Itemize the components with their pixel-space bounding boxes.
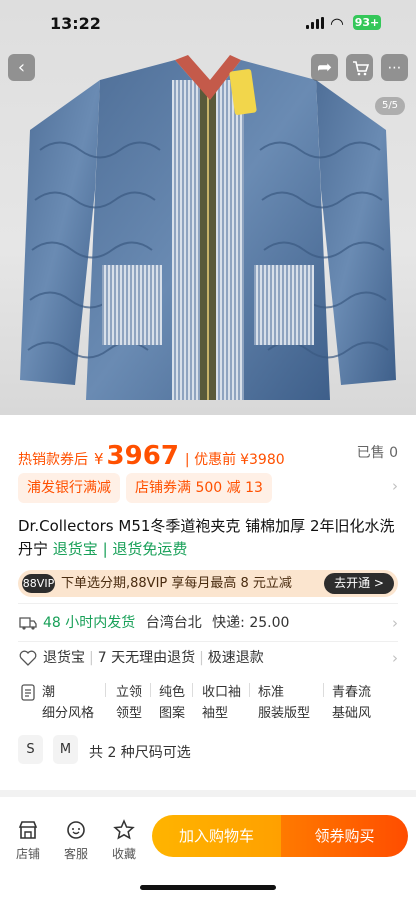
attribute-value: 潮 <box>42 685 56 700</box>
store-icon <box>18 821 38 839</box>
share-icon: ➦ <box>316 57 333 78</box>
vip-badge: 88VIP <box>22 574 55 593</box>
back-button[interactable]: ‹ <box>8 54 35 81</box>
attribute-value: 立领 <box>116 685 143 700</box>
original-price-label: | 优惠前 <box>184 452 237 468</box>
clipboard-icon <box>21 684 35 701</box>
cart-icon <box>352 60 369 75</box>
product-photo-jacket <box>20 55 396 400</box>
coupon-store[interactable]: 店铺券满 500 减 13 <box>126 473 272 503</box>
attribute-key: 领型 <box>116 706 143 721</box>
attribute-value: 标准 <box>258 685 285 700</box>
product-title: Dr.Collectors M51冬季道袍夹克 铺棉加厚 2年旧化水洗丹宁 退货… <box>18 515 396 561</box>
product-detail-screen: 13:22 ◠ 93+ ‹ ➦ ⋯ 5/5 热销款券后 ¥ 3967 | 优惠前… <box>0 0 416 900</box>
divider <box>18 603 398 604</box>
battery-indicator: 93+ <box>353 15 381 30</box>
chevron-right-icon[interactable]: › <box>392 477 398 495</box>
chevron-right-icon: › <box>392 649 398 667</box>
wifi-icon: ◠ <box>330 14 344 33</box>
vip-installment-banner[interactable]: 88VIP 下单选分期,88VIP 享每月最高 8 元立减 去开通 > <box>18 570 398 597</box>
customer-service-label: 客服 <box>63 847 88 861</box>
separator <box>323 683 324 697</box>
size-option-s[interactable]: S <box>18 735 43 764</box>
vip-text: 下单选分期,88VIP 享每月最高 8 元立减 <box>61 576 292 591</box>
shipping-fee: 快递: 25.00 <box>212 615 290 631</box>
size-summary[interactable]: 共 2 种尺码可选 <box>89 742 191 762</box>
chevron-left-icon: ‹ <box>17 57 26 78</box>
more-icon: ⋯ <box>387 59 402 76</box>
attribute-key: 服装版型 <box>258 706 311 721</box>
attribute-value: 青春流 <box>332 685 372 700</box>
price-row: 热销款券后 ¥ 3967 | 优惠前 ¥3980 <box>18 441 285 471</box>
price-currency: ¥ <box>94 450 104 468</box>
price-value: 3967 <box>106 441 179 471</box>
separator: | <box>199 650 204 666</box>
return-insurance-tag: 退货宝 | 退货免运费 <box>52 540 188 558</box>
status-bar: 13:22 ◠ 93+ <box>0 0 416 48</box>
chevron-right-icon: › <box>392 614 398 632</box>
favorite-button[interactable]: 收藏 <box>104 819 144 862</box>
home-indicator <box>140 885 276 890</box>
product-image-gallery[interactable]: 13:22 ◠ 93+ ‹ ➦ ⋯ 5/5 <box>0 0 416 415</box>
separator: | <box>89 650 94 666</box>
image-counter: 5/5 <box>375 97 405 115</box>
bottom-action-bar: 店铺 客服 收藏 加入购物车 领券购买 <box>0 797 416 900</box>
cellular-signal-icon <box>306 17 324 29</box>
coupon-bank[interactable]: 浦发银行满减 <box>18 473 120 503</box>
attribute-value: 纯色 <box>159 685 186 700</box>
separator <box>150 683 151 697</box>
product-info-card: 热销款券后 ¥ 3967 | 优惠前 ¥3980 已售 0 浦发银行满减 店铺券… <box>0 415 416 790</box>
original-price: ¥3980 <box>240 452 285 468</box>
status-time: 13:22 <box>50 14 101 33</box>
price-label: 热销款券后 <box>18 452 88 468</box>
shipping-origin: 台湾台北 <box>145 615 202 631</box>
service-row[interactable]: 退货宝 | 7 天无理由退货 | 极速退款 › <box>18 646 398 670</box>
attribute-key: 图案 <box>159 706 186 721</box>
favorite-label: 收藏 <box>111 847 136 861</box>
attribute-key: 袖型 <box>202 706 229 721</box>
vip-open-button[interactable]: 去开通 > <box>324 573 394 594</box>
heart-icon <box>19 650 37 666</box>
add-to-cart-button[interactable]: 加入购物车 <box>152 815 281 857</box>
chat-icon <box>67 821 85 839</box>
buy-with-coupon-button[interactable]: 领券购买 <box>281 815 408 857</box>
service-item: 极速退款 <box>207 650 264 666</box>
truck-icon <box>19 617 37 630</box>
separator <box>249 683 250 697</box>
star-icon <box>113 819 135 840</box>
customer-service-button[interactable]: 客服 <box>56 819 96 862</box>
shipping-row[interactable]: 48 小时内发货 台湾台北 快递: 25.00 › <box>18 611 398 635</box>
attribute-key: 细分风格 <box>42 706 95 721</box>
more-button[interactable]: ⋯ <box>381 54 408 81</box>
attribute-key: 基础风 <box>332 706 372 721</box>
service-item: 退货宝 <box>43 650 85 666</box>
sold-count: 已售 0 <box>356 445 398 461</box>
separator <box>105 683 106 697</box>
cart-button[interactable] <box>346 54 373 81</box>
shipping-time: 48 小时内发货 <box>43 615 136 631</box>
separator <box>192 683 193 697</box>
divider <box>18 641 398 642</box>
service-item: 7 天无理由退货 <box>97 650 196 666</box>
share-button[interactable]: ➦ <box>311 54 338 81</box>
store-label: 店铺 <box>15 847 40 861</box>
attribute-value: 收口袖 <box>202 685 242 700</box>
size-option-m[interactable]: M <box>53 735 78 764</box>
store-button[interactable]: 店铺 <box>8 819 48 862</box>
